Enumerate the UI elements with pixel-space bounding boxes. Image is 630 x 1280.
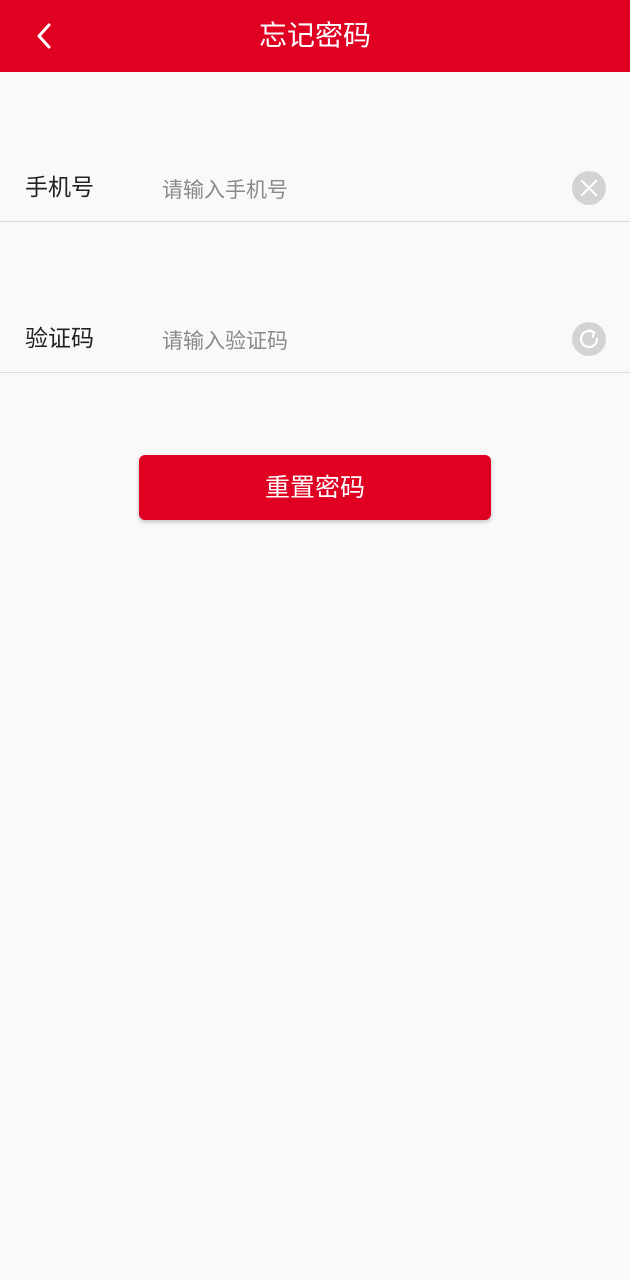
back-button[interactable] — [26, 18, 62, 54]
code-input[interactable] — [162, 319, 552, 363]
code-label: 验证码 — [25, 326, 94, 352]
code-row: 验证码 — [0, 297, 630, 373]
refresh-icon — [579, 329, 599, 349]
chevron-left-icon — [37, 23, 51, 49]
clear-icon — [580, 179, 598, 197]
app-header: 忘记密码 — [0, 0, 630, 72]
phone-input[interactable] — [162, 168, 552, 212]
clear-phone-button[interactable] — [572, 171, 606, 205]
refresh-code-button[interactable] — [572, 322, 606, 356]
phone-row: 手机号 — [0, 146, 630, 222]
phone-label: 手机号 — [25, 175, 94, 201]
page-title: 忘记密码 — [258, 19, 371, 52]
reset-password-button[interactable]: 重置密码 — [139, 455, 491, 520]
